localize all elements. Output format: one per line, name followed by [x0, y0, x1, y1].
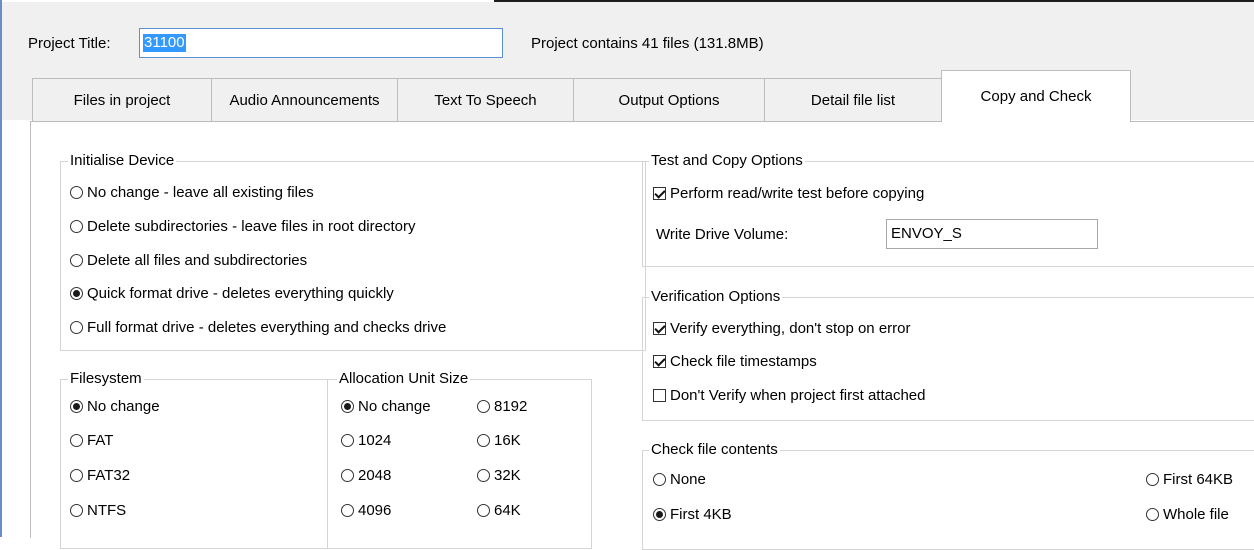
contents-option-none[interactable]: None	[653, 471, 706, 489]
test-copy-title: Test and Copy Options	[649, 152, 805, 170]
radio-icon[interactable]	[70, 504, 83, 517]
radio-icon[interactable]	[341, 469, 354, 482]
window-top-border	[494, 0, 1254, 2]
radio-icon[interactable]	[70, 469, 83, 482]
alloc-option-1024[interactable]: 1024	[341, 432, 391, 450]
contents-option-first-4kb[interactable]: First 4KB	[653, 506, 732, 524]
radio-icon[interactable]	[653, 473, 666, 486]
radio-icon[interactable]	[477, 400, 490, 413]
init-option-full-format[interactable]: Full format drive - deletes everything a…	[70, 319, 446, 337]
checkbox-checked-icon[interactable]	[653, 187, 666, 200]
tab-content-panel: Initialise Device No change - leave all …	[30, 121, 1254, 550]
init-option-quick-format[interactable]: Quick format drive - deletes everything …	[70, 285, 394, 303]
radio-icon[interactable]	[70, 186, 83, 199]
radio-icon[interactable]	[70, 321, 83, 334]
project-title-input[interactable]: 31100	[139, 28, 503, 58]
radio-icon[interactable]	[70, 434, 83, 447]
alloc-option-32k[interactable]: 32K	[477, 467, 521, 485]
dont-verify-checkbox[interactable]: Don't Verify when project first attached	[653, 387, 926, 405]
alloc-option-2048[interactable]: 2048	[341, 467, 391, 485]
alloc-option-64k[interactable]: 64K	[477, 502, 521, 520]
write-volume-input[interactable]: ENVOY_S	[886, 219, 1098, 249]
radio-icon[interactable]	[341, 504, 354, 517]
alloc-option-no-change[interactable]: No change	[341, 398, 431, 416]
init-option-no-change[interactable]: No change - leave all existing files	[70, 184, 314, 202]
write-volume-label: Write Drive Volume:	[656, 226, 789, 243]
radio-icon[interactable]	[70, 254, 83, 267]
project-summary: Project contains 41 files (131.8MB)	[531, 35, 764, 52]
tab-audio-announcements[interactable]: Audio Announcements	[211, 78, 398, 122]
radio-selected-icon[interactable]	[341, 400, 354, 413]
radio-icon[interactable]	[341, 434, 354, 447]
radio-icon[interactable]	[477, 434, 490, 447]
verification-title: Verification Options	[649, 288, 783, 306]
radio-icon[interactable]	[1146, 473, 1159, 486]
filesystem-title: Filesystem	[68, 370, 144, 388]
perform-test-checkbox[interactable]: Perform read/write test before copying	[653, 185, 924, 203]
tab-copy-and-check[interactable]: Copy and Check	[941, 70, 1131, 122]
radio-icon[interactable]	[70, 220, 83, 233]
contents-option-whole-file[interactable]: Whole file	[1146, 506, 1229, 524]
filesystem-option-fat32[interactable]: FAT32	[70, 467, 130, 485]
radio-selected-icon[interactable]	[70, 400, 83, 413]
init-option-delete-all[interactable]: Delete all files and subdirectories	[70, 252, 307, 270]
tab-output-options[interactable]: Output Options	[573, 78, 765, 122]
tab-text-to-speech[interactable]: Text To Speech	[397, 78, 574, 122]
radio-selected-icon[interactable]	[653, 508, 666, 521]
checkbox-checked-icon[interactable]	[653, 322, 666, 335]
alloc-option-8192[interactable]: 8192	[477, 398, 527, 416]
filesystem-option-ntfs[interactable]: NTFS	[70, 502, 126, 520]
check-contents-title: Check file contents	[649, 441, 780, 459]
init-option-delete-subdirs[interactable]: Delete subdirectories - leave files in r…	[70, 218, 415, 236]
radio-icon[interactable]	[1146, 508, 1159, 521]
alloc-option-4096[interactable]: 4096	[341, 502, 391, 520]
contents-option-first-64kb[interactable]: First 64KB	[1146, 471, 1233, 489]
check-contents-group	[642, 450, 1254, 550]
checkbox-icon[interactable]	[653, 389, 666, 402]
verify-everything-checkbox[interactable]: Verify everything, don't stop on error	[653, 320, 911, 338]
initialise-device-title: Initialise Device	[68, 152, 177, 170]
radio-selected-icon[interactable]	[70, 287, 83, 300]
alloc-option-16k[interactable]: 16K	[477, 432, 521, 450]
tab-files-in-project[interactable]: Files in project	[32, 78, 212, 122]
radio-icon[interactable]	[477, 504, 490, 517]
allocation-unit-title: Allocation Unit Size	[337, 370, 471, 388]
filesystem-option-fat[interactable]: FAT	[70, 432, 113, 450]
radio-icon[interactable]	[477, 469, 490, 482]
project-title-label: Project Title:	[28, 35, 111, 52]
filesystem-option-no-change[interactable]: No change	[70, 398, 160, 416]
project-title-value: 31100	[143, 34, 186, 52]
checkbox-checked-icon[interactable]	[653, 355, 666, 368]
test-copy-group	[642, 161, 1254, 267]
tab-detail-file-list[interactable]: Detail file list	[764, 78, 942, 122]
check-timestamps-checkbox[interactable]: Check file timestamps	[653, 353, 817, 371]
